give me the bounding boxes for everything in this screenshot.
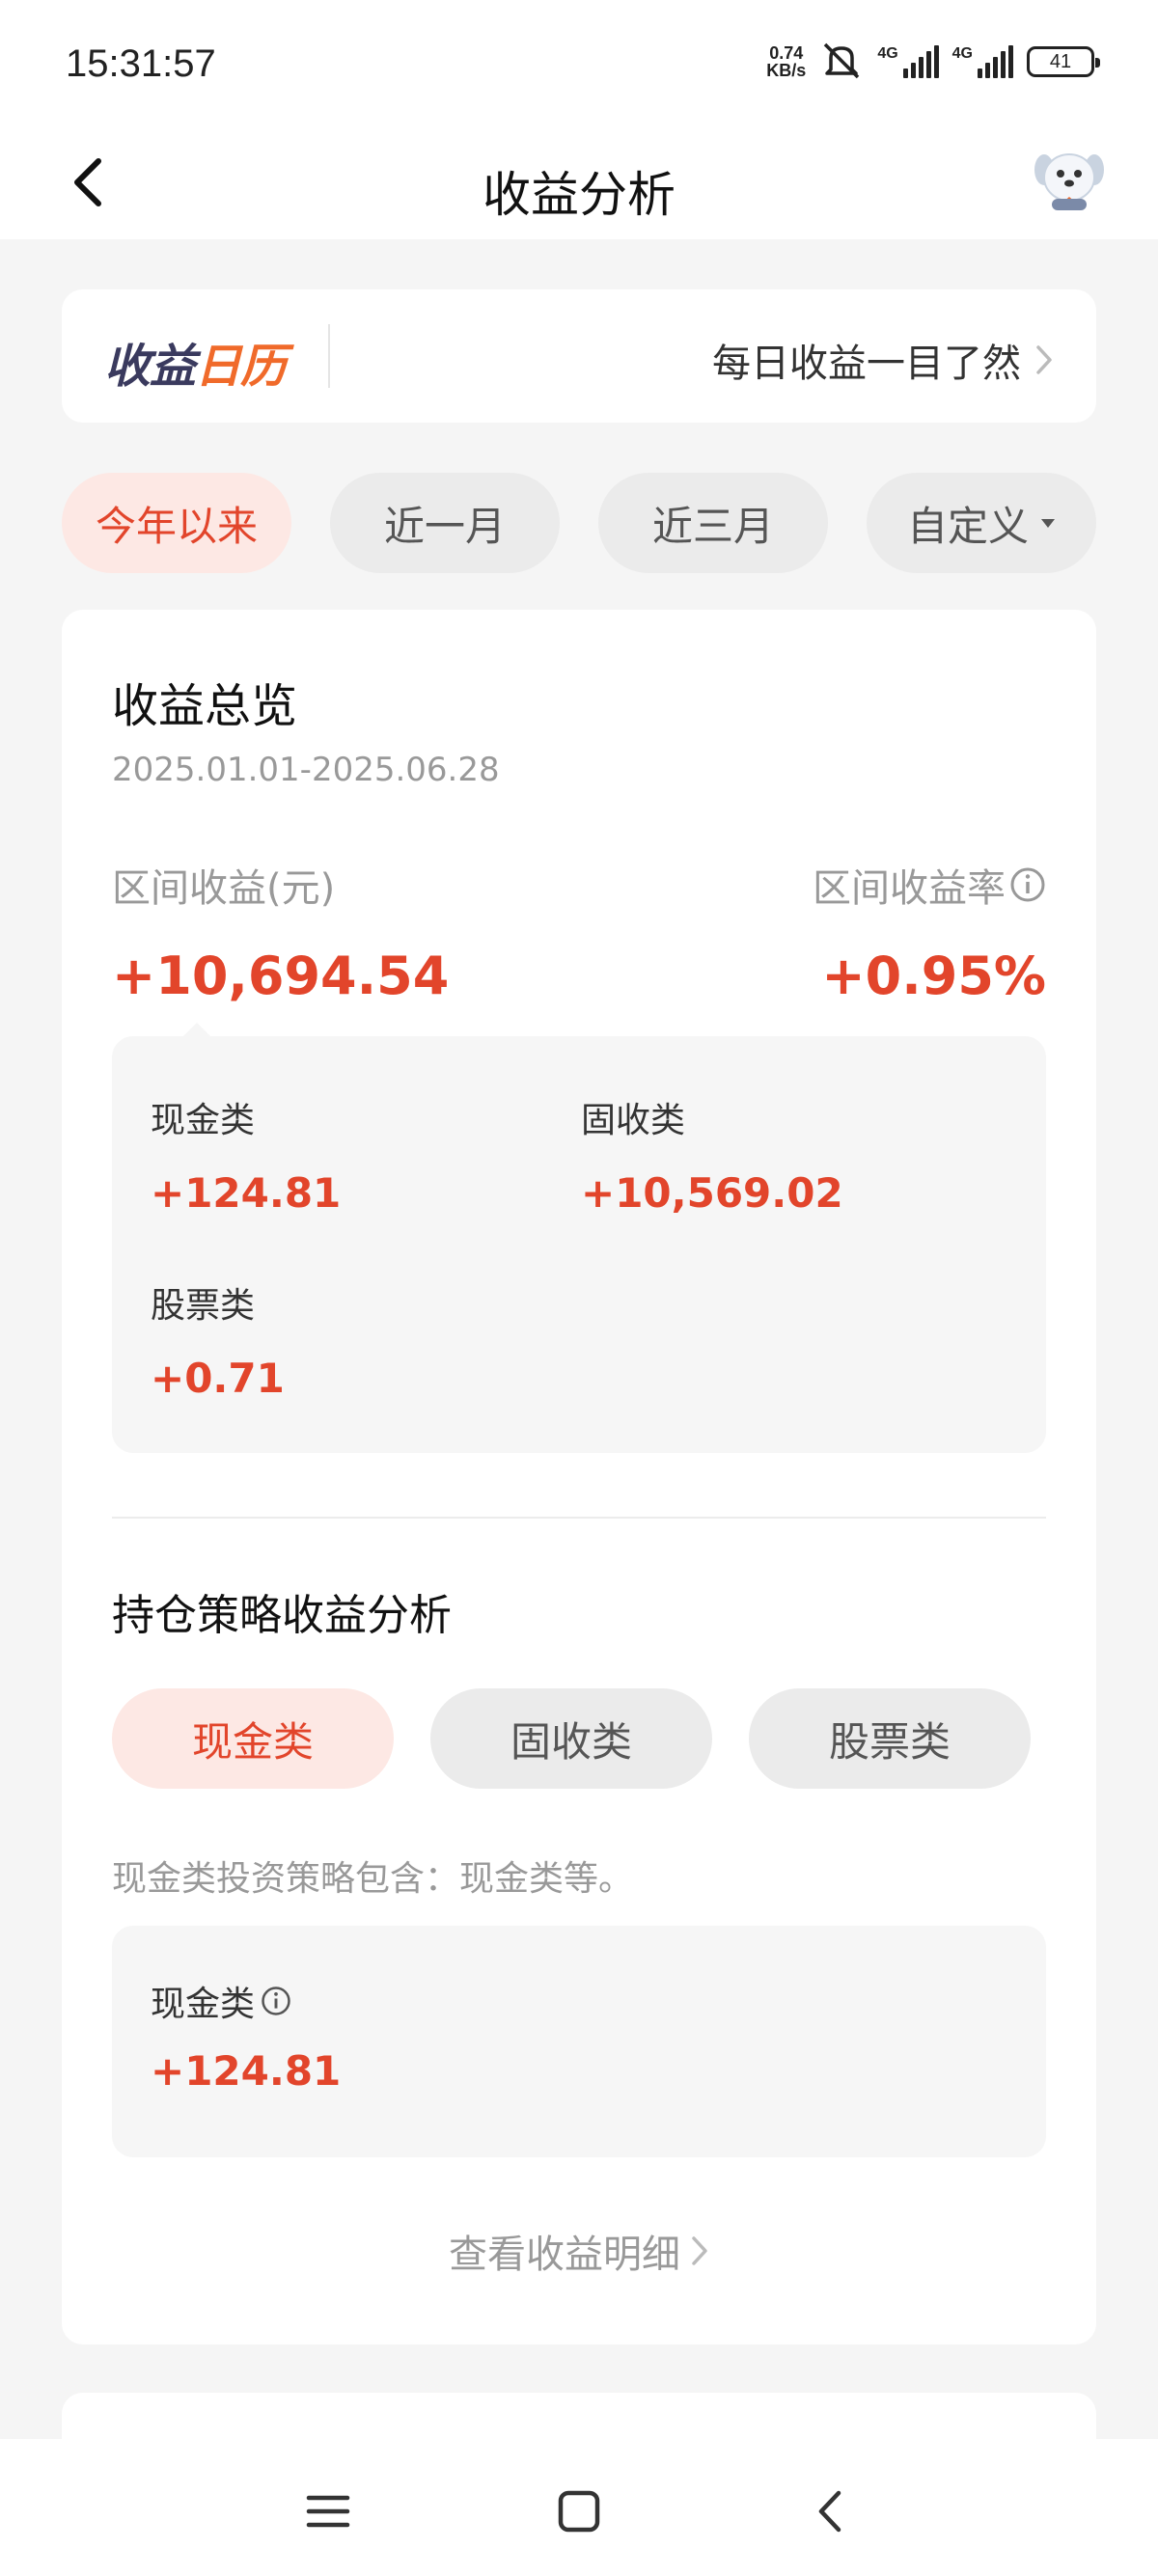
income-calendar-card[interactable]: 收益日历 每日收益一目了然 xyxy=(62,289,1096,423)
overview-title: 收益总览 xyxy=(112,679,298,733)
calendar-link[interactable]: 每日收益一目了然 xyxy=(712,332,1054,388)
back-triangle-icon xyxy=(818,2490,841,2533)
menu-icon xyxy=(306,2495,350,2528)
sim1-label: 4G xyxy=(877,45,898,62)
tab-custom[interactable]: 自定义 xyxy=(867,473,1096,573)
calendar-link-text: 每日收益一目了然 xyxy=(712,342,1021,386)
strategy-description: 现金类投资策略包含：现金类等。 xyxy=(112,1859,634,1899)
home-button[interactable] xyxy=(545,2478,613,2545)
battery-icon: 41 xyxy=(1027,46,1100,77)
income-calendar-logo: 收益日历 xyxy=(104,340,287,394)
status-icons: 0.74 KB/s 4G 4G 41 xyxy=(766,41,1100,83)
breakdown-item-stock: 股票类 +0.71 xyxy=(151,1286,285,1402)
view-details-text: 查看收益明细 xyxy=(449,2233,680,2277)
period-tabs: 今年以来 近一月 近三月 自定义 xyxy=(62,473,1096,573)
income-overview-card: 收益总览 2025.01.01-2025.06.28 区间收益(元) 区间收益率… xyxy=(62,610,1096,2344)
strategy-box-label-group[interactable]: 现金类 xyxy=(151,1976,291,2026)
status-bar: 15:31:57 0.74 KB/s 4G 4G 41 xyxy=(0,0,1158,125)
caret-down-icon xyxy=(1041,519,1055,528)
interval-rate-label-group[interactable]: 区间收益率 xyxy=(813,857,1046,913)
strategy-title: 持仓策略收益分析 xyxy=(112,1591,452,1640)
strategy-box-value: +124.81 xyxy=(151,2047,342,2095)
strategy-tabs: 现金类 固收类 股票类 xyxy=(112,1688,1046,1789)
breakdown-item-fixed-income: 固收类 +10,569.02 xyxy=(581,1101,843,1217)
interval-income-value: +10,694.54 xyxy=(112,945,450,1006)
page-title: 收益分析 xyxy=(482,167,676,223)
view-details-link[interactable]: 查看收益明细 xyxy=(62,2223,1096,2279)
signal-icon-sim1: 4G xyxy=(877,45,939,78)
nav-bar: 收益分析 xyxy=(0,125,1158,239)
divider xyxy=(328,324,330,388)
breakdown-item-cash: 现金类 +124.81 xyxy=(151,1101,342,1217)
net-speed-unit: KB/s xyxy=(766,61,807,80)
interval-income-label: 区间收益(元) xyxy=(112,866,336,911)
net-speed: 0.74 KB/s xyxy=(766,44,806,79)
income-breakdown: 现金类 +124.81 固收类 +10,569.02 股票类 +0.71 xyxy=(112,1023,1046,1453)
mascot-dog-icon[interactable] xyxy=(1031,141,1108,218)
battery-level: 41 xyxy=(1049,50,1072,72)
strategy-result-box: 现金类 +124.81 xyxy=(112,1926,1046,2157)
system-back-button[interactable] xyxy=(796,2478,864,2545)
system-nav-bar xyxy=(0,2439,1158,2576)
strategy-box-label: 现金类 xyxy=(151,1985,256,2024)
mute-icon xyxy=(819,41,864,83)
info-icon xyxy=(1010,867,1045,902)
chevron-right-icon xyxy=(1036,345,1052,374)
tab-ytd[interactable]: 今年以来 xyxy=(62,473,291,573)
net-speed-value: 0.74 xyxy=(769,43,804,63)
menu-button[interactable] xyxy=(294,2478,362,2545)
tab-3-months[interactable]: 近三月 xyxy=(598,473,828,573)
strategy-tab-fixed-income[interactable]: 固收类 xyxy=(430,1688,712,1789)
status-time: 15:31:57 xyxy=(66,42,216,85)
date-range: 2025.01.01-2025.06.28 xyxy=(112,751,500,789)
interval-rate-value: +0.95% xyxy=(821,945,1046,1006)
section-divider xyxy=(112,1517,1046,1519)
strategy-tab-cash[interactable]: 现金类 xyxy=(112,1688,394,1789)
home-square-icon xyxy=(558,2490,600,2533)
strategy-tab-stock[interactable]: 股票类 xyxy=(749,1688,1031,1789)
interval-rate-label: 区间收益率 xyxy=(813,866,1006,911)
signal-icon-sim2: 4G xyxy=(952,45,1013,78)
tab-1-month[interactable]: 近一月 xyxy=(330,473,560,573)
sim2-label: 4G xyxy=(951,45,973,62)
info-icon xyxy=(262,1987,290,2015)
chevron-right-icon xyxy=(692,2236,707,2265)
